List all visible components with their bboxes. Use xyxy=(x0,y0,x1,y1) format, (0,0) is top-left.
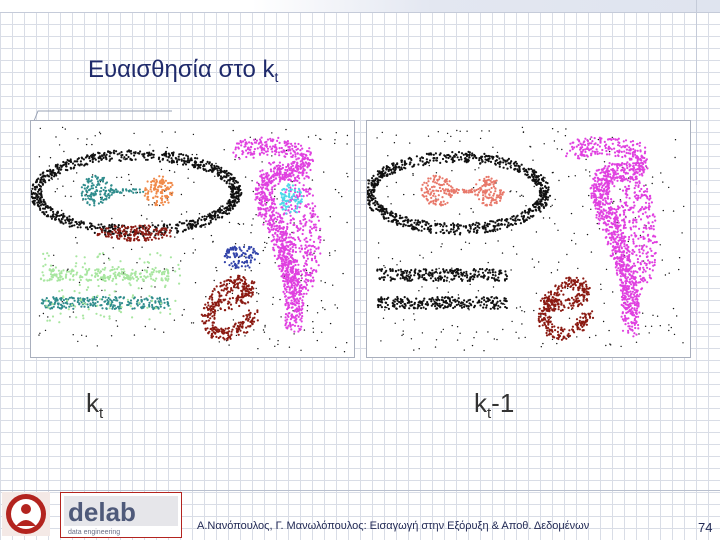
caption-left-subscript: t xyxy=(99,405,104,422)
cluster-plot-right xyxy=(366,120,691,358)
page-number: 74 xyxy=(698,520,713,535)
cluster-plot-left xyxy=(30,120,355,358)
caption-right-suffix: -1 xyxy=(491,388,515,418)
cluster-plot-right-image xyxy=(367,126,685,352)
top-divider xyxy=(0,12,720,13)
slide-title-subscript: t xyxy=(274,69,279,85)
caption-left: kt xyxy=(86,388,103,422)
caption-left-text: k xyxy=(86,388,99,418)
footer-citation: Α.Νανόπουλος, Γ. Μανωλόπουλος: Εισαγωγή … xyxy=(197,520,590,532)
delab-logo: delab data engineering xyxy=(60,492,182,538)
slide-title-text: Ευαισθησία στο k xyxy=(88,56,275,83)
top-banner xyxy=(0,0,720,12)
caption-right-text: k xyxy=(474,388,487,418)
footer-divider xyxy=(0,490,720,491)
university-seal-logo xyxy=(2,492,50,536)
caption-right: kt-1 xyxy=(474,388,514,422)
side-divider xyxy=(696,0,697,185)
slide-title: Ευαισθησία στο kt xyxy=(88,56,278,85)
cluster-plot-left-image xyxy=(31,126,349,353)
